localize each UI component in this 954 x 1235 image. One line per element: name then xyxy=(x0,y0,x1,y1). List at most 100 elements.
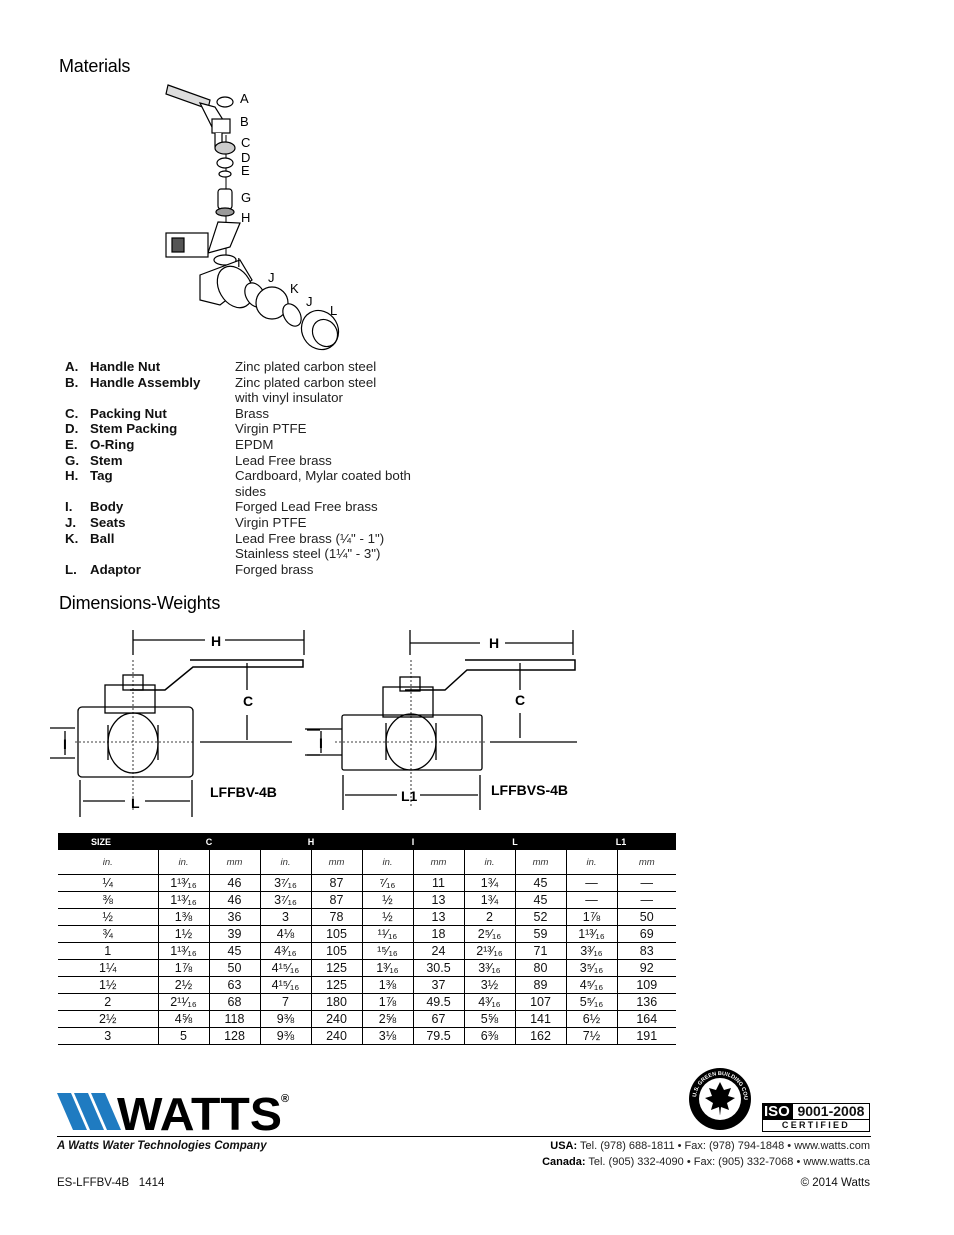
table-cell: in. xyxy=(463,850,515,875)
material-letter: J. xyxy=(65,514,77,530)
table-cell: 52 xyxy=(514,908,566,926)
table-cell: 45 xyxy=(514,891,566,909)
table-cell: 1⅜ xyxy=(361,976,413,994)
iso-certified-badge: ISO 9001-2008 CERTIFIED xyxy=(762,1103,870,1132)
canada-contact-text: Tel. (905) 332-4090 • Fax: (905) 332-706… xyxy=(588,1156,870,1168)
materials-list: A. Handle Nut Zinc plated carbon steel B. Ha… xyxy=(65,359,445,577)
table-cell: 67 xyxy=(412,1010,464,1028)
table-cell: 3 xyxy=(58,1027,158,1045)
table-cell: 4⅝ xyxy=(157,1010,209,1028)
material-description: Virgin PTFE xyxy=(235,515,435,531)
table-cell: 39 xyxy=(208,925,260,943)
table-cell: 6⅜ xyxy=(463,1027,515,1045)
table-cell: ½ xyxy=(58,908,158,926)
table-cell: 240 xyxy=(310,1010,362,1028)
drawing-lffbv-4b: H C I L LFFBV-4B xyxy=(50,630,320,817)
material-item: B. Handle Assembly Zinc plated carbon stee… xyxy=(65,375,445,406)
table-cell: 180 xyxy=(310,993,362,1011)
material-item: G. Stem Lead Free brass xyxy=(65,453,445,469)
material-part: Adaptor xyxy=(90,561,141,577)
diagram-label-i: I xyxy=(237,255,241,270)
table-cell: 7 xyxy=(259,993,311,1011)
diagram-label-j: J xyxy=(268,270,275,285)
table-cell: ¾ xyxy=(58,925,158,943)
table-cell: 30.5 xyxy=(412,959,464,977)
table-cell: 9⅜ xyxy=(259,1010,311,1028)
material-description-line: Lead Free brass (¼" - 1") xyxy=(235,530,385,546)
table-cell: 1¼ xyxy=(58,959,158,977)
table-cell: 3⁷⁄₁₆ xyxy=(259,874,311,892)
table-cell: 1¾ xyxy=(463,874,515,892)
table-row: ½ 1⅜ 36 3 78 ½ 13 2 52 1⅞ 50 xyxy=(58,908,676,926)
material-letter: B. xyxy=(65,374,79,390)
material-description-line: Virgin PTFE xyxy=(235,421,307,437)
table-cell: 13 xyxy=(412,891,464,909)
table-row: 3 5 128 9⅜ 240 3⅛ 79.5 6⅜ 162 7½ 191 xyxy=(58,1027,676,1045)
table-cell: 69 xyxy=(616,925,676,943)
material-description-line: Forged brass xyxy=(235,561,314,577)
material-letter: K. xyxy=(65,530,79,546)
table-cell: in. xyxy=(58,850,158,875)
table-cell: ¼ xyxy=(58,874,158,892)
table-cell: 78 xyxy=(310,908,362,926)
table-cell: 36 xyxy=(208,908,260,926)
header-c: C xyxy=(158,833,260,850)
table-cell: 83 xyxy=(616,942,676,960)
table-cell: 4¹⁵⁄₁₆ xyxy=(259,976,311,994)
logo-registered: ® xyxy=(281,1093,289,1105)
table-row: ⅜ 1¹³⁄₁₆ 46 3⁷⁄₁₆ 87 ½ 13 1¾ 45— — xyxy=(58,891,676,909)
material-description: Lead Free brass (¼" - 1") Stainless steel… xyxy=(235,531,435,562)
table-cell: 1¹³⁄₁₆ xyxy=(565,925,617,943)
header-l: L xyxy=(464,833,566,850)
iso-prefix: ISO xyxy=(762,1103,792,1120)
table-cell: 164 xyxy=(616,1010,676,1028)
header-size: SIZE xyxy=(58,833,158,850)
usa-contact-text: Tel. (978) 688-1811 • Fax: (978) 794-184… xyxy=(580,1140,870,1152)
table-cell: 1⅞ xyxy=(157,959,209,977)
table-cell: 4³⁄₁₆ xyxy=(259,942,311,960)
table-cell: 2½ xyxy=(157,976,209,994)
table-cell: 1¾ xyxy=(463,891,515,909)
table-cell: ½ xyxy=(361,908,413,926)
material-description-line: Brass xyxy=(235,405,269,421)
dim-l-label: L xyxy=(131,795,140,811)
logo-text: WATTS xyxy=(117,1090,282,1135)
table-row: 2½ 4⅝ 118 9⅜ 240 2⅝ 67 5⅝ 141 6½ 164 xyxy=(58,1010,676,1028)
watts-logo: WATTS ® xyxy=(57,1090,289,1135)
table-cell: 13 xyxy=(412,908,464,926)
header-h: H xyxy=(260,833,362,850)
table-cell: 50 xyxy=(208,959,260,977)
diagram-label-j2: J xyxy=(306,294,313,309)
material-letter: E. xyxy=(65,436,78,452)
table-cell: 1⅞ xyxy=(565,908,617,926)
model-label-lffbvs-4b: LFFBVS-4B xyxy=(491,782,568,798)
table-cell: — xyxy=(616,874,676,892)
table-cell: 1⅞ xyxy=(361,993,413,1011)
usgbc-member-badge: U.S. GREEN BUILDING COUNCIL MEMBER xyxy=(687,1066,751,1130)
table-cell: in. xyxy=(157,850,209,875)
table-cell: mm xyxy=(310,850,362,875)
table-cell: 2⁵⁄₁₆ xyxy=(463,925,515,943)
dim-i-label: I xyxy=(63,736,67,752)
table-cell: 4³⁄₁₆ xyxy=(463,993,515,1011)
material-part: Handle Assembly xyxy=(90,374,201,390)
dim-l1-label: L1 xyxy=(401,788,418,804)
iso-certified: CERTIFIED xyxy=(762,1120,870,1132)
material-description-line: Zinc plated carbon steel xyxy=(235,374,377,390)
table-cell: 71 xyxy=(514,942,566,960)
material-description-line: Virgin PTFE xyxy=(235,514,307,530)
table-cell: — xyxy=(616,891,676,909)
diagram-label-c: C xyxy=(241,135,250,150)
table-cell: 4¹⁵⁄₁₆ xyxy=(259,959,311,977)
table-row: ¼ 1¹³⁄₁₆ 46 3⁷⁄₁₆ 87 ⁷⁄₁₆ 11 1¾ 45— — xyxy=(58,874,676,892)
table-cell: 105 xyxy=(310,925,362,943)
material-letter: A. xyxy=(65,359,79,374)
table-cell: — xyxy=(565,891,617,909)
material-letter: I. xyxy=(65,499,73,515)
material-description-line: Forged Lead Free brass xyxy=(235,499,378,515)
canada-contact: Canada: Tel. (905) 332-4090 • Fax: (905)… xyxy=(542,1156,870,1168)
table-cell: 2 xyxy=(58,993,158,1011)
material-description-line: Stainless steel (1¼" - 3") xyxy=(235,546,381,562)
table-cell: in. xyxy=(259,850,311,875)
diagram-label-b: B xyxy=(240,114,249,129)
